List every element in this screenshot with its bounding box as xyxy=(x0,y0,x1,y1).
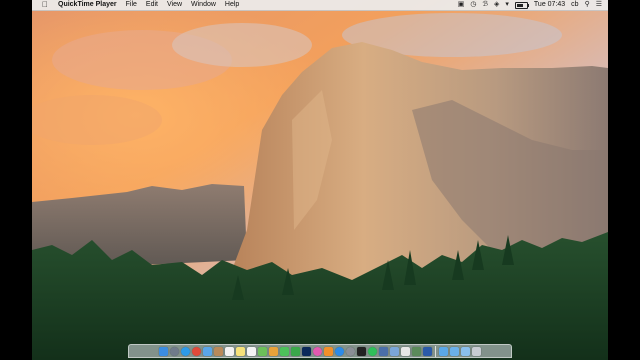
menu-help[interactable]: Help xyxy=(225,0,239,10)
appstore-icon[interactable] xyxy=(335,346,344,356)
facetime-icon[interactable] xyxy=(291,346,300,356)
documents-folder-icon[interactable] xyxy=(450,346,459,356)
menu-file[interactable]: File xyxy=(126,0,137,10)
spotify-icon[interactable] xyxy=(368,346,377,356)
menu-window[interactable]: Window xyxy=(191,0,216,10)
battery-icon[interactable] xyxy=(514,1,529,9)
wifi-icon[interactable]: ◈ xyxy=(494,0,499,10)
menu-edit[interactable]: Edit xyxy=(146,0,158,10)
desktop-wallpaper xyxy=(32,0,608,360)
launchpad-icon[interactable] xyxy=(170,346,179,356)
system-preferences-icon[interactable] xyxy=(346,346,355,356)
menu-bar:  QuickTime Player File Edit View Window… xyxy=(32,0,608,11)
menu-clock[interactable]: Tue 07:43 xyxy=(534,0,565,10)
dock-separator xyxy=(435,345,436,357)
quicktime-icon[interactable] xyxy=(379,346,388,356)
preview-icon[interactable] xyxy=(390,346,399,356)
search-icon[interactable]: ⚲ xyxy=(585,0,590,10)
itunes-icon[interactable] xyxy=(313,346,322,356)
contacts-icon[interactable] xyxy=(214,346,223,356)
desktop-frame:  QuickTime Player File Edit View Window… xyxy=(0,0,640,360)
volume-icon[interactable]: ▾ xyxy=(505,0,509,10)
chrome-icon[interactable] xyxy=(192,346,201,356)
photoshop-icon[interactable] xyxy=(302,346,311,356)
apple-icon[interactable]:  xyxy=(40,0,50,10)
camera-icon[interactable]: ▣ xyxy=(458,0,465,10)
clock-icon[interactable]: ◷ xyxy=(470,0,476,10)
messages-icon[interactable] xyxy=(280,346,289,356)
mail-icon[interactable] xyxy=(203,346,212,356)
finder-icon[interactable] xyxy=(159,346,168,356)
textedit-icon[interactable] xyxy=(401,346,410,356)
safari-icon[interactable] xyxy=(181,346,190,356)
ibooks-icon[interactable] xyxy=(324,346,333,356)
menu-app-name[interactable]: QuickTime Player xyxy=(58,0,117,10)
menu-user[interactable]: cb xyxy=(571,0,578,10)
screen:  QuickTime Player File Edit View Window… xyxy=(32,0,608,360)
activity-monitor-icon[interactable] xyxy=(412,346,421,356)
downloads-folder-icon[interactable] xyxy=(461,346,470,356)
terminal-icon[interactable] xyxy=(357,346,366,356)
menu-view[interactable]: View xyxy=(167,0,182,10)
bluetooth-icon[interactable]: ℬ xyxy=(482,0,488,10)
photos-icon[interactable] xyxy=(269,346,278,356)
word-icon[interactable] xyxy=(423,346,432,356)
notes-icon[interactable] xyxy=(236,346,245,356)
list-icon[interactable]: ☰ xyxy=(596,0,602,10)
trash-icon[interactable] xyxy=(472,346,481,356)
applications-folder-icon[interactable] xyxy=(439,346,448,356)
maps-icon[interactable] xyxy=(258,346,267,356)
calendar-icon[interactable] xyxy=(225,346,234,356)
reminders-icon[interactable] xyxy=(247,346,256,356)
dock xyxy=(128,344,512,358)
